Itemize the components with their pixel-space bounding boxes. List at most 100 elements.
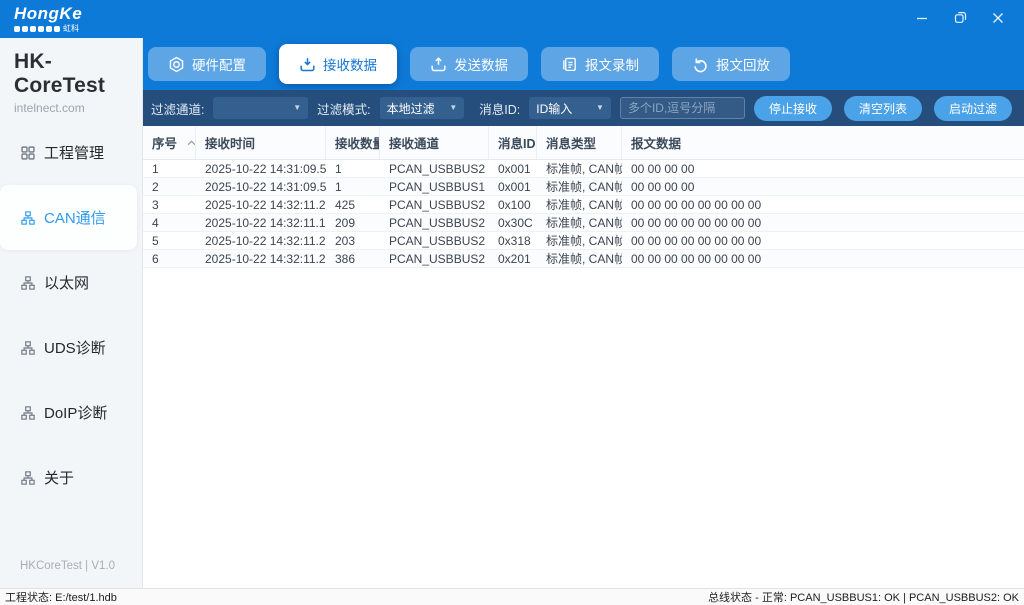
toolbar-button-label: 发送数据: [454, 54, 508, 74]
message-table: 序号接收时间接收数量接收通道消息ID消息类型报文数据 12025-10-22 1…: [143, 126, 1024, 588]
sidebar-menu: 工程管理 CAN通信以太网 UDS诊断 DoIP诊断关于: [0, 120, 142, 510]
column-header-label: 接收通道: [389, 133, 439, 152]
logo-dots-icon: [14, 26, 60, 32]
filter-actions: 停止接收清空列表启动过滤: [754, 96, 1012, 121]
column-header-label: 消息类型: [546, 133, 596, 152]
filter-channel-label: 过滤通道:: [151, 99, 204, 118]
record-message-button[interactable]: 报文录制: [541, 47, 659, 81]
sidebar-item-uds-diagnosis[interactable]: UDS诊断: [0, 315, 142, 380]
cell-payload: 00 00 00 00 00 00 00 00: [622, 198, 1024, 212]
table-row[interactable]: 62025-10-22 14:32:11.257386PCAN_USBBUS20…: [143, 250, 1024, 268]
hexnut-icon: [168, 56, 185, 73]
table-row[interactable]: 12025-10-22 14:31:09.5041PCAN_USBBUS20x0…: [143, 160, 1024, 178]
sidebar-item-project-management[interactable]: 工程管理: [0, 120, 142, 185]
sidebar-item-label: 以太网: [44, 272, 89, 293]
column-header-channel: 接收通道: [380, 126, 489, 159]
sidebar-item-can-communication[interactable]: CAN通信: [0, 185, 137, 250]
column-header-label: 接收数量: [335, 133, 380, 152]
table-row[interactable]: 22025-10-22 14:31:09.5261PCAN_USBBUS10x0…: [143, 178, 1024, 196]
cell-index: 1: [143, 162, 196, 176]
cell-msg-type: 标准帧, CAN帧: [537, 250, 622, 267]
restore-button[interactable]: [946, 6, 974, 32]
cell-index: 2: [143, 180, 196, 194]
app-title: HK-CoreTest: [14, 50, 142, 98]
cell-count: 425: [326, 198, 380, 212]
cell-index: 3: [143, 198, 196, 212]
column-header-index[interactable]: 序号: [143, 126, 196, 159]
chevron-down-icon: ▼: [596, 104, 604, 112]
minimize-button[interactable]: [908, 6, 936, 32]
minimize-icon: [916, 12, 928, 27]
column-header-msg-type: 消息类型: [537, 126, 622, 159]
column-header-msg-id: 消息ID: [489, 126, 537, 159]
cell-msg-id: 0x318: [489, 234, 537, 248]
main-area: 硬件配置 接收数据 发送数据 报文录制 报文回放 过滤通道: ▼ 过滤模式: 本地过滤 …: [143, 38, 1024, 588]
cell-count: 203: [326, 234, 380, 248]
id-list-input[interactable]: [620, 97, 745, 119]
sidebar-item-label: 工程管理: [44, 142, 104, 163]
cell-payload: 00 00 00 00: [622, 162, 1024, 176]
cell-msg-type: 标准帧, CAN帧: [537, 178, 622, 195]
cell-count: 209: [326, 216, 380, 230]
cell-msg-type: 标准帧, CAN帧: [537, 232, 622, 249]
message-id-label: 消息ID:: [479, 99, 520, 118]
table-row[interactable]: 52025-10-22 14:32:11.265203PCAN_USBBUS20…: [143, 232, 1024, 250]
filter-channel-select[interactable]: ▼: [213, 97, 308, 119]
cell-channel: PCAN_USBBUS2: [380, 198, 489, 212]
app-body: HK-CoreTest intelnect.com 工程管理 CAN通信以太网 UD…: [0, 38, 1024, 588]
message-id-mode-select[interactable]: ID输入 ▼: [529, 97, 611, 119]
sidebar-item-about[interactable]: 关于: [0, 445, 142, 510]
cell-msg-id: 0x30C: [489, 216, 537, 230]
cell-msg-id: 0x100: [489, 198, 537, 212]
send-data-button[interactable]: 发送数据: [410, 47, 528, 81]
cell-channel: PCAN_USBBUS1: [380, 180, 489, 194]
filter-mode-label: 过滤模式:: [317, 99, 370, 118]
toolbar-button-label: 硬件配置: [192, 54, 246, 74]
project-status-text: 工程状态: E:/test/1.hdb: [5, 589, 117, 605]
sidebar-header: HK-CoreTest intelnect.com: [0, 38, 142, 90]
upload-tray-icon: [430, 56, 447, 73]
toolbar-button-label: 接收数据: [323, 54, 377, 74]
toolbar-button-label: 报文回放: [716, 54, 770, 74]
sort-asc-icon: [187, 140, 196, 146]
stop-receive-button[interactable]: 停止接收: [754, 96, 832, 121]
cell-channel: PCAN_USBBUS2: [380, 252, 489, 266]
cell-time: 2025-10-22 14:32:11.193: [196, 216, 326, 230]
cell-time: 2025-10-22 14:31:09.526: [196, 180, 326, 194]
hierarchy-icon: [21, 471, 35, 485]
download-tray-icon: [299, 56, 316, 73]
sidebar-item-doip-diagnosis[interactable]: DoIP诊断: [0, 380, 142, 445]
column-header-payload: 报文数据: [622, 126, 1024, 159]
hierarchy-icon: [21, 341, 35, 355]
filter-mode-select[interactable]: 本地过滤 ▼: [380, 97, 465, 119]
restore-icon: [954, 11, 967, 27]
app-window: HongKe 虹科 HK-CoreTest intelnect.com: [0, 0, 1024, 605]
table-row[interactable]: 32025-10-22 14:32:11.274425PCAN_USBBUS20…: [143, 196, 1024, 214]
table-row[interactable]: 42025-10-22 14:32:11.193209PCAN_USBBUS20…: [143, 214, 1024, 232]
hierarchy-icon: [21, 211, 35, 225]
clear-list-button[interactable]: 清空列表: [844, 96, 922, 121]
cell-msg-id: 0x201: [489, 252, 537, 266]
app-logo: HongKe 虹科: [14, 5, 82, 33]
column-header-label: 接收时间: [205, 133, 255, 152]
app-subtitle: intelnect.com: [14, 101, 142, 115]
cell-channel: PCAN_USBBUS2: [380, 162, 489, 176]
cell-msg-type: 标准帧, CAN帧: [537, 160, 622, 177]
cell-index: 4: [143, 216, 196, 230]
replay-message-button[interactable]: 报文回放: [672, 47, 790, 81]
sidebar-item-ethernet[interactable]: 以太网: [0, 250, 142, 315]
cell-channel: PCAN_USBBUS2: [380, 234, 489, 248]
cell-index: 6: [143, 252, 196, 266]
cell-index: 5: [143, 234, 196, 248]
start-filter-button[interactable]: 启动过滤: [934, 96, 1012, 121]
receive-data-button[interactable]: 接收数据: [279, 44, 397, 84]
logo-cn-text: 虹科: [63, 25, 79, 33]
close-button[interactable]: [984, 6, 1012, 32]
cell-msg-id: 0x001: [489, 180, 537, 194]
cell-count: 386: [326, 252, 380, 266]
cell-payload: 00 00 00 00 00 00 00 00: [622, 216, 1024, 230]
hardware-config-button[interactable]: 硬件配置: [148, 47, 266, 81]
replay-icon: [692, 56, 709, 73]
column-header-time: 接收时间: [196, 126, 326, 159]
sidebar-item-label: DoIP诊断: [44, 402, 107, 423]
